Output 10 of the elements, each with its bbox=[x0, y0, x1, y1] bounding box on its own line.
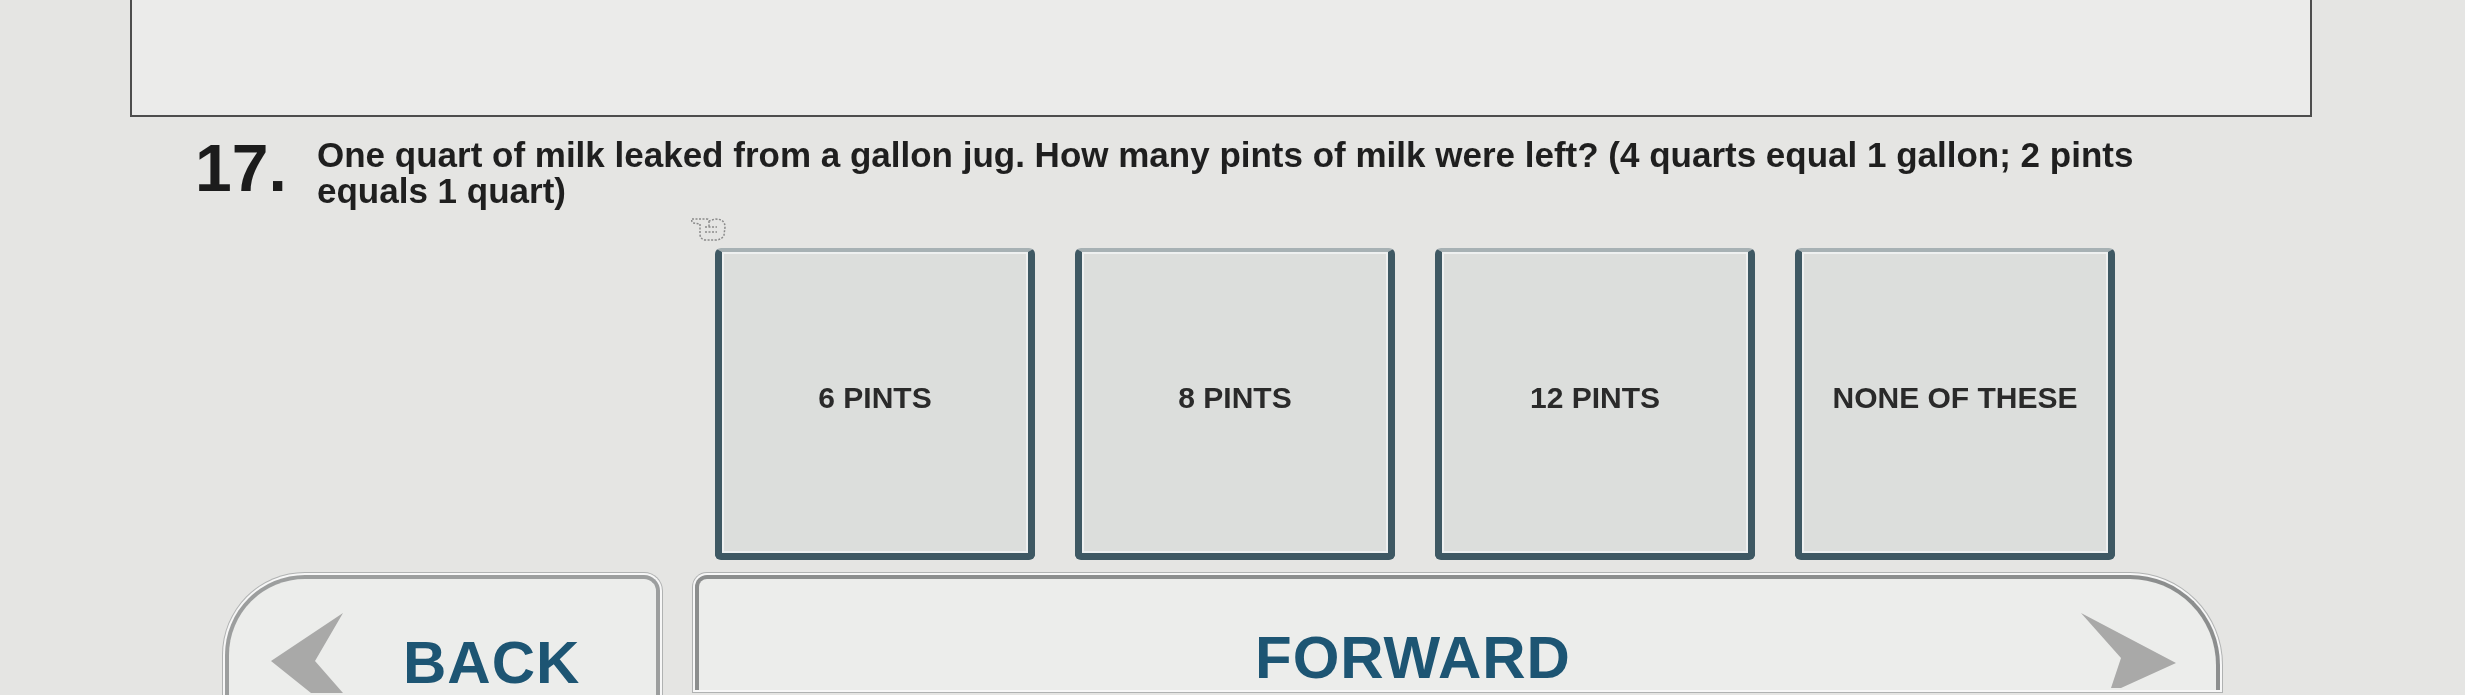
answer-button[interactable]: NONE OF THESE bbox=[1795, 248, 2115, 560]
back-button[interactable]: BACK bbox=[225, 575, 660, 695]
question-text: One quart of milk leaked from a gallon jug. How many pints of milk were left? (4 quarts equal 1 gallon; 2 pints equals 1 quart) bbox=[317, 137, 2135, 209]
right-arrow-icon bbox=[2081, 613, 2176, 688]
question-number: 17. bbox=[195, 135, 288, 201]
left-arrow-icon bbox=[271, 613, 343, 693]
answer-button[interactable]: 12 PINTS bbox=[1435, 248, 1755, 560]
answer-button[interactable]: 8 PINTS bbox=[1075, 248, 1395, 560]
answer-button[interactable]: 6 PINTS bbox=[715, 248, 1035, 560]
forward-button[interactable]: FORWARD bbox=[695, 575, 2220, 690]
